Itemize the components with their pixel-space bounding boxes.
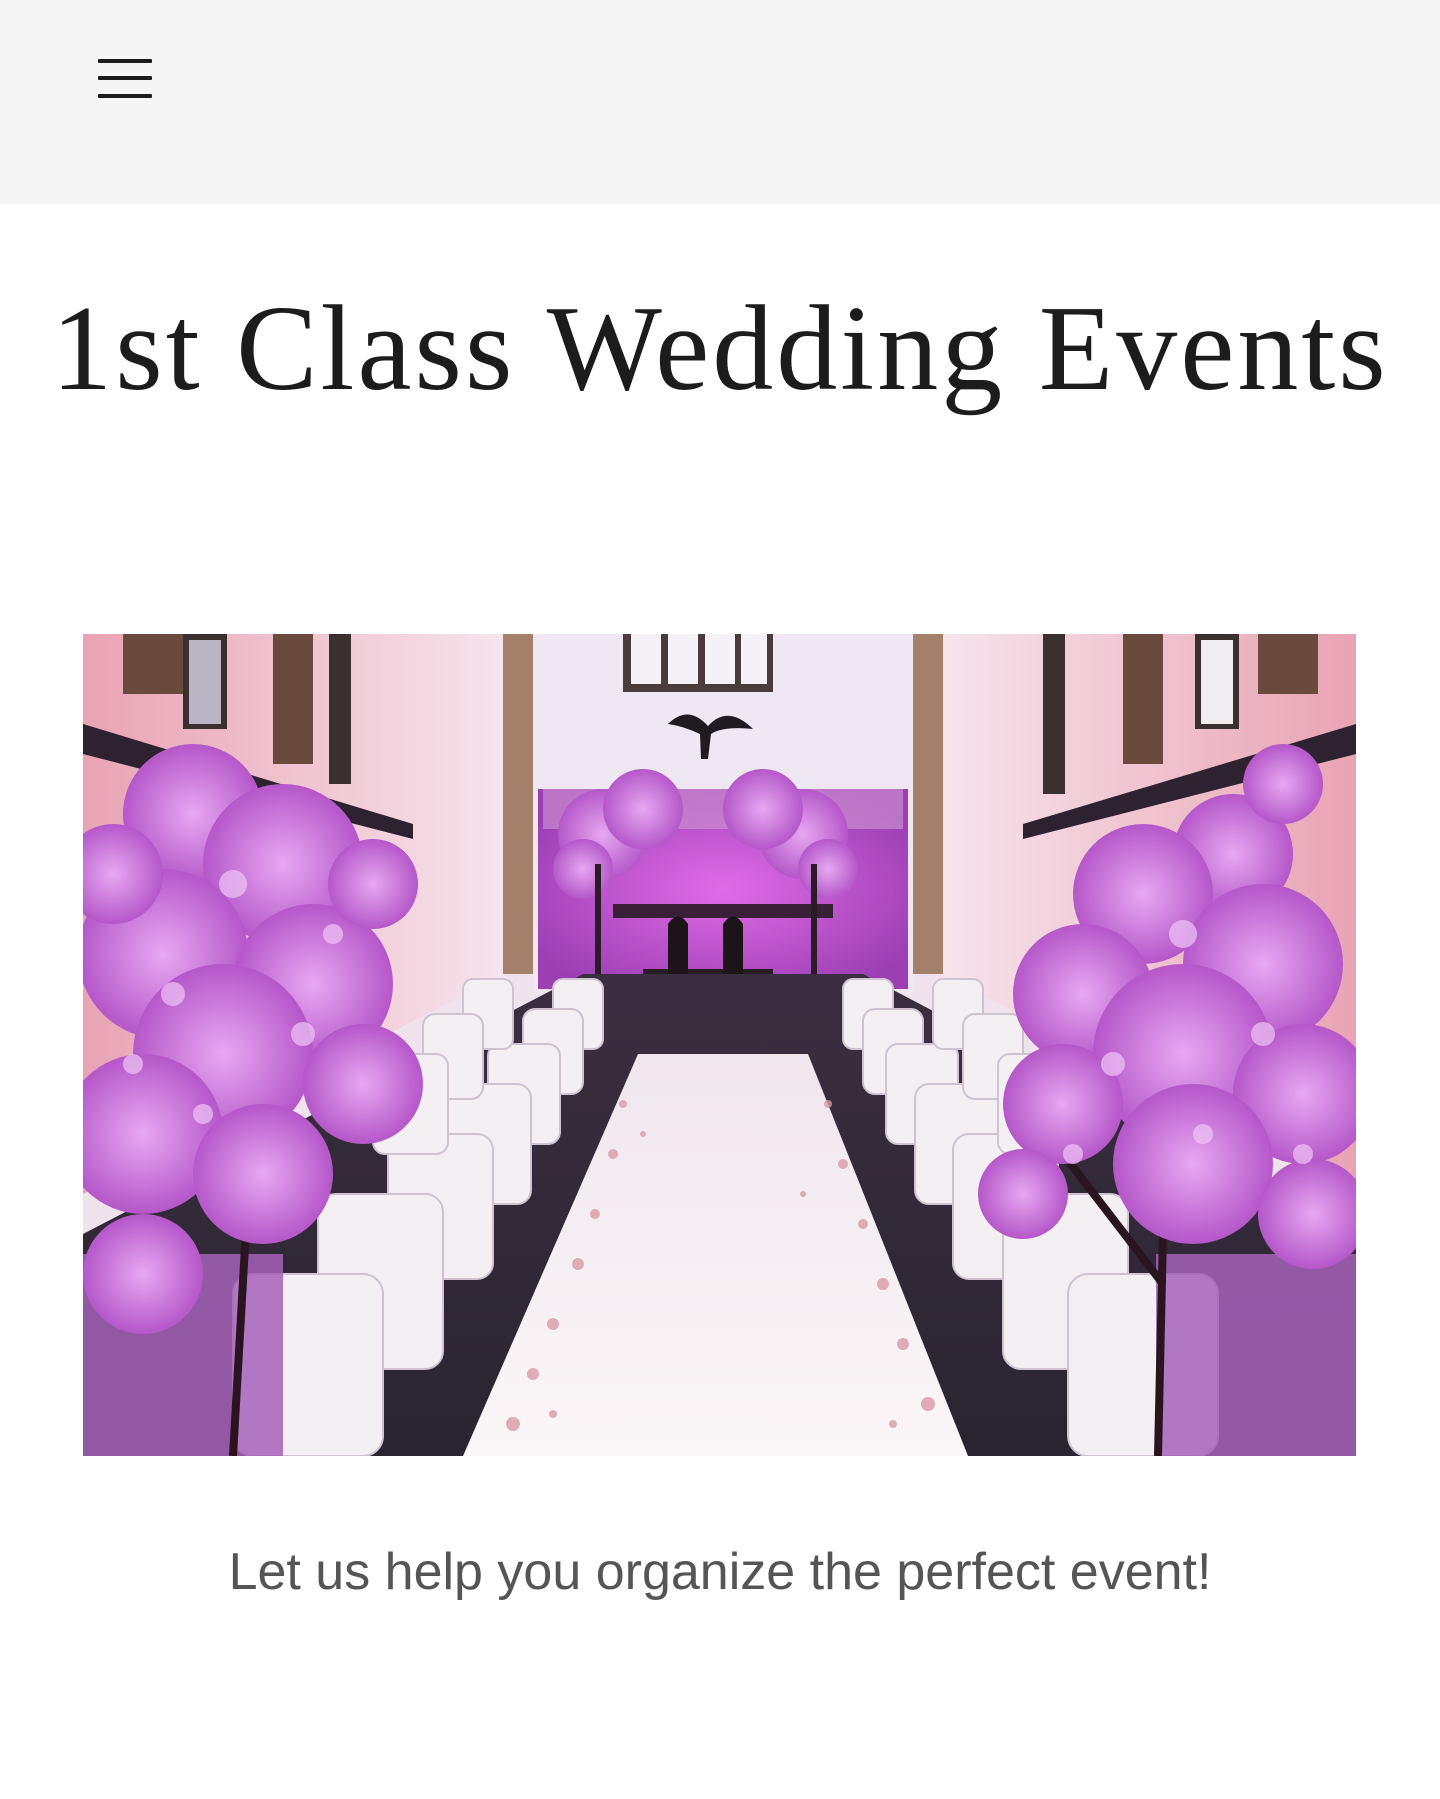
menu-bar-line — [98, 59, 152, 63]
menu-bar-line — [98, 94, 152, 98]
hamburger-menu-icon[interactable] — [92, 50, 156, 106]
site-header — [0, 0, 1440, 204]
site-title: 1st Class Wedding Events — [51, 281, 1389, 416]
hero-image — [83, 634, 1356, 1456]
tagline: Let us help you organize the perfect eve… — [228, 1543, 1212, 1601]
menu-bar-line — [98, 76, 152, 80]
